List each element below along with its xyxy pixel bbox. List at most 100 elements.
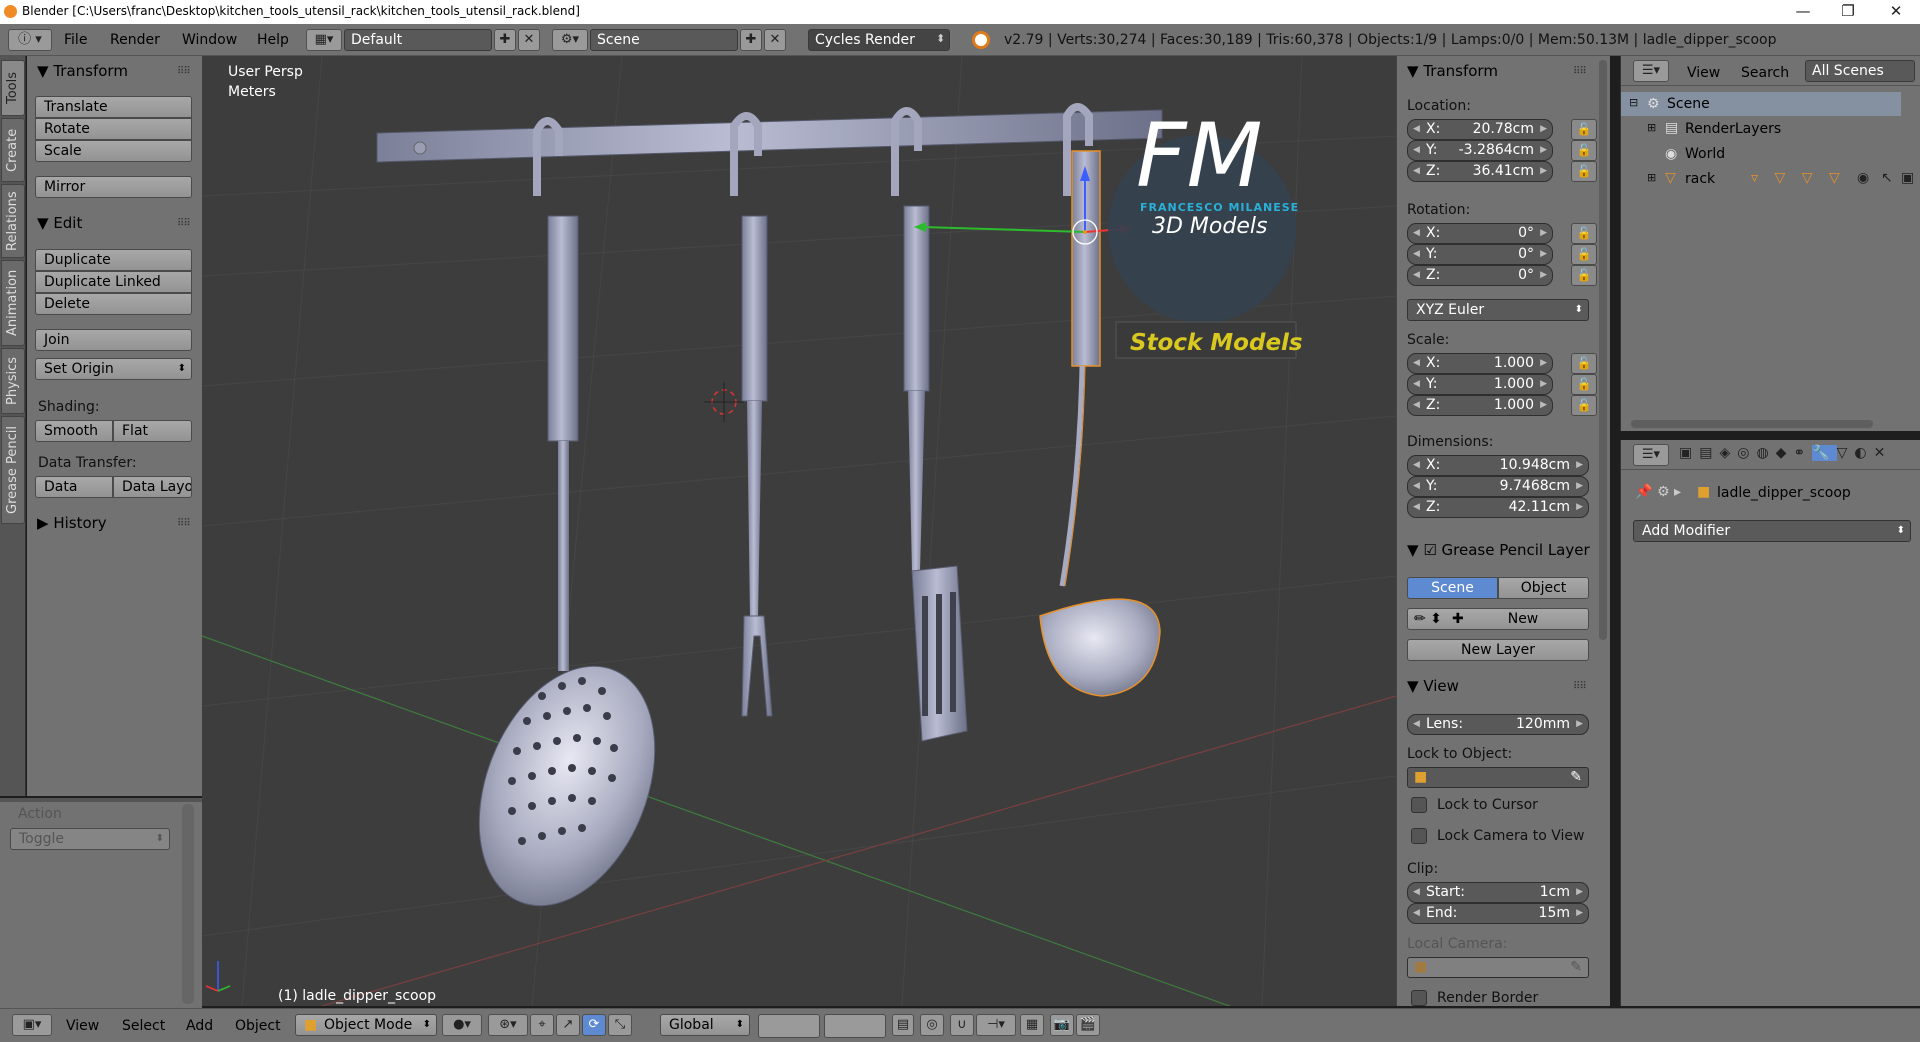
lock-icon[interactable]: 🔓	[1571, 161, 1597, 182]
screen-layout-icon[interactable]: ▦▾	[306, 29, 342, 51]
location-x-field[interactable]: ◀ X: 20.78cm ▶	[1407, 119, 1553, 140]
layers-grid-left[interactable]	[758, 1014, 820, 1038]
tab-grease-pencil[interactable]: Grease Pencil	[1, 416, 25, 524]
delete-button[interactable]: Delete	[35, 293, 192, 315]
drag-handle-icon[interactable]: ⠿⠿	[177, 218, 191, 229]
local-camera-field[interactable]: ■ ✎	[1407, 957, 1589, 978]
lock-icon[interactable]: 🔓	[1571, 353, 1597, 374]
scale-z-field[interactable]: ◀ Z: 1.000 ▶	[1407, 395, 1553, 416]
rotate-manip-icon[interactable]: ⟳	[582, 1014, 606, 1036]
collapse-tree-icon[interactable]: ⊟	[1629, 96, 1638, 109]
tab-tools[interactable]: Tools	[1, 60, 25, 116]
viewport-editor-icon[interactable]: ▣▾	[12, 1014, 52, 1036]
translate-manip-icon[interactable]: ↗	[556, 1014, 580, 1036]
operator-scrollbar[interactable]	[182, 804, 194, 1004]
restore-icon[interactable]: ❐	[1838, 2, 1858, 20]
gp-new-layer-button[interactable]: New Layer	[1407, 639, 1589, 661]
add-scene-icon[interactable]: ✚	[740, 29, 762, 51]
outliner-editor-icon[interactable]: ☰▾	[1633, 60, 1669, 82]
tab-animation[interactable]: Animation	[1, 260, 25, 346]
layer-lock-icon[interactable]: ▤	[892, 1014, 914, 1036]
rotation-z-field[interactable]: ◀ Z: 0° ▶	[1407, 265, 1553, 286]
expand-tree-icon[interactable]: ⊞	[1647, 121, 1656, 134]
tab-create[interactable]: Create	[1, 118, 25, 182]
renderable-camera-icon[interactable]: ▣	[1901, 170, 1914, 186]
transform-panel-header[interactable]: ▼ Transform	[37, 60, 128, 82]
lock-icon[interactable]: 🔓	[1571, 140, 1597, 161]
lock-icon[interactable]: 🔓	[1571, 244, 1597, 265]
set-origin-dropdown[interactable]: Set Origin ⬍	[35, 358, 192, 380]
duplicate-button[interactable]: Duplicate	[35, 249, 192, 271]
menu-help[interactable]: Help	[257, 32, 289, 48]
lock-icon[interactable]: 🔓	[1571, 265, 1597, 286]
drag-handle-icon[interactable]: ⠿⠿	[177, 518, 191, 529]
drag-handle-icon[interactable]: ⠿⠿	[1573, 681, 1587, 692]
scene-icon[interactable]: ⚙▾	[552, 29, 588, 51]
rotation-y-field[interactable]: ◀ Y: 0° ▶	[1407, 244, 1553, 265]
translate-button[interactable]: Translate	[35, 96, 192, 118]
lock-icon[interactable]: 🔓	[1571, 374, 1597, 395]
lock-icon[interactable]: 🔓	[1571, 395, 1597, 416]
outliner-h-scrollbar[interactable]	[1631, 420, 1873, 428]
editor-type-info-button[interactable]: ⓘ ▾	[8, 29, 52, 51]
properties-context-tabs[interactable]: ▣▤◈◎◍◆⚭🔧▽◐✕	[1679, 445, 1919, 467]
drag-handle-icon[interactable]: ⠿⠿	[1573, 66, 1587, 77]
tab-relations[interactable]: Relations	[1, 184, 25, 258]
location-z-field[interactable]: ◀ Z: 36.41cm ▶	[1407, 161, 1553, 182]
clip-start-field[interactable]: ◀ Start: 1cm ▶	[1407, 882, 1589, 903]
lock-icon[interactable]: 🔓	[1571, 119, 1597, 140]
view-panel-header[interactable]: ▼ View	[1407, 675, 1459, 697]
n-transform-header[interactable]: ▼ Transform	[1407, 60, 1498, 82]
render-engine-select[interactable]: Cycles Render	[808, 29, 950, 51]
outliner-row-scene[interactable]	[1621, 92, 1901, 116]
clip-end-field[interactable]: ◀ End: 15m ▶	[1407, 903, 1589, 924]
dimensions-y-field[interactable]: ◀ Y: 9.7468cm ▶	[1407, 476, 1589, 497]
gp-scene-button[interactable]: Scene	[1407, 577, 1498, 599]
outliner-view-menu[interactable]: View	[1687, 65, 1720, 81]
snap-element-icon[interactable]: ⊣▾	[976, 1014, 1016, 1036]
add-layout-icon[interactable]: ✚	[494, 29, 516, 51]
manipulator-toggle-icon[interactable]: ⌖	[530, 1014, 554, 1036]
dimensions-x-field[interactable]: ◀ X: 10.948cm ▶	[1407, 455, 1589, 476]
visibility-eye-icon[interactable]: ◉	[1857, 170, 1869, 186]
n-panel-scrollbar[interactable]	[1599, 60, 1607, 640]
pin-icon[interactable]: 📌	[1635, 484, 1652, 500]
smooth-shading-button[interactable]: Smooth	[35, 420, 113, 442]
properties-editor-icon[interactable]: ☰▾	[1633, 444, 1669, 466]
lock-to-cursor-checkbox[interactable]	[1411, 797, 1427, 813]
join-button[interactable]: Join	[35, 329, 192, 351]
gp-object-button[interactable]: Object	[1498, 577, 1589, 599]
history-panel-header[interactable]: ▶ History	[37, 512, 107, 534]
outliner-filter-select[interactable]: All Scenes	[1805, 60, 1915, 82]
scene-field[interactable]: Scene	[590, 29, 738, 51]
mirror-button[interactable]: Mirror	[35, 176, 192, 198]
pivot-point-icon[interactable]: ⊛▾	[488, 1014, 528, 1036]
data-layout-button[interactable]: Data Layo	[113, 476, 192, 498]
eyedropper-icon[interactable]: ✎	[1570, 768, 1582, 787]
layers-grid-right[interactable]	[824, 1014, 886, 1038]
scale-x-field[interactable]: ◀ X: 1.000 ▶	[1407, 353, 1553, 374]
menu-add[interactable]: Add	[186, 1018, 213, 1034]
menu-file[interactable]: File	[64, 32, 87, 48]
menu-select[interactable]: Select	[122, 1018, 165, 1034]
outliner-search-menu[interactable]: Search	[1741, 65, 1789, 81]
snap-target-icon[interactable]: ▦	[1020, 1014, 1044, 1036]
data-transfer-button[interactable]: Data	[35, 476, 113, 498]
grease-pencil-layer-header[interactable]: ▼ ☑ Grease Pencil Layer	[1407, 539, 1603, 561]
menu-view[interactable]: View	[66, 1018, 99, 1034]
lock-icon[interactable]: 🔓	[1571, 223, 1597, 244]
gp-checkbox-icon[interactable]: ☑	[1423, 541, 1441, 559]
flat-shading-button[interactable]: Flat	[113, 420, 192, 442]
lens-field[interactable]: ◀ Lens: 120mm ▶	[1407, 714, 1589, 735]
object-mode-dropdown[interactable]: ■ Object Mode ⬍	[295, 1014, 437, 1036]
layout-field[interactable]: Default	[344, 29, 492, 51]
scale-y-field[interactable]: ◀ Y: 1.000 ▶	[1407, 374, 1553, 395]
lock-camera-checkbox[interactable]	[1411, 828, 1427, 844]
proportional-edit-icon[interactable]: ◎	[920, 1014, 944, 1036]
menu-render[interactable]: Render	[110, 32, 160, 48]
3d-viewport[interactable]: User Persp Meters FM FRANCESCO MILANESE …	[202, 56, 1396, 1006]
duplicate-linked-button[interactable]: Duplicate Linked	[35, 271, 192, 293]
tab-physics[interactable]: Physics	[1, 348, 25, 414]
minimize-icon[interactable]: —	[1793, 2, 1813, 20]
opengl-render-icon[interactable]: 📷	[1050, 1014, 1074, 1036]
